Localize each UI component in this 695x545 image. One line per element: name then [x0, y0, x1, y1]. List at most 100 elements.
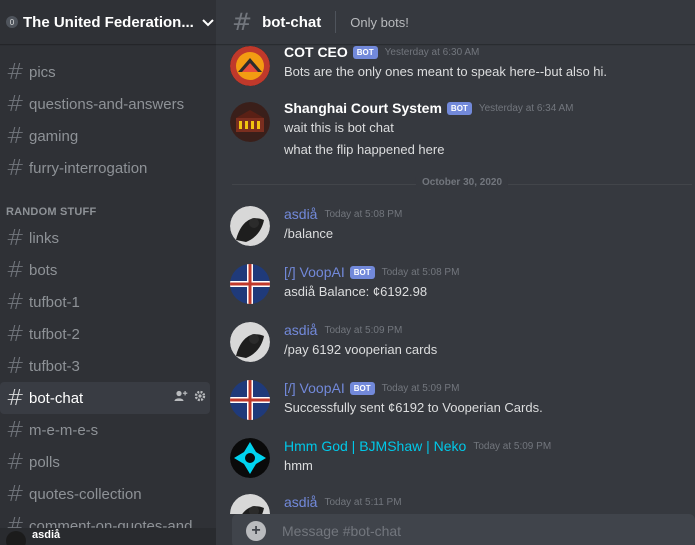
channel-label: furry-interrogation — [29, 159, 148, 177]
message-header: asdiå Today at 5:09 PM — [284, 322, 402, 338]
author-name[interactable]: Shanghai Court System — [284, 100, 442, 116]
message-text: wait this is bot chat — [284, 120, 394, 135]
avatar[interactable] — [230, 206, 270, 246]
author-name[interactable]: asdiå — [284, 322, 317, 338]
message-list: COT CEO BOT Yesterday at 6:30 AM Bots ar… — [216, 44, 695, 514]
avatar[interactable] — [230, 494, 270, 514]
timestamp: Today at 5:11 PM — [324, 496, 402, 508]
channel-item-polls[interactable]: # polls — [0, 446, 216, 478]
hash-icon: # — [6, 449, 25, 475]
hash-icon: # — [6, 257, 25, 283]
date-label: October 30, 2020 — [415, 177, 509, 188]
gear-icon[interactable] — [194, 390, 206, 405]
author-name[interactable]: asdiå — [284, 206, 317, 222]
message-composer: + — [232, 514, 695, 545]
timestamp: Today at 5:08 PM — [324, 208, 403, 220]
channel-actions — [174, 390, 206, 405]
avatar[interactable] — [230, 438, 270, 478]
timestamp: Yesterday at 6:30 AM — [384, 46, 480, 58]
message-text: what the flip happened here — [284, 142, 445, 157]
channel-item-m-e-m-e-s[interactable]: # m-e-m-e-s — [0, 414, 216, 446]
hash-icon: # — [232, 8, 253, 36]
channel-label: tufbot-3 — [29, 357, 80, 375]
channel-item-tufbot-1[interactable]: # tufbot-1 — [0, 286, 216, 318]
hash-icon: # — [6, 417, 25, 443]
bot-badge: BOT — [349, 381, 375, 395]
add-attachment-icon[interactable]: + — [246, 521, 266, 541]
timestamp: Today at 5:09 PM — [324, 324, 403, 336]
author-name[interactable]: Hmm God | BJMShaw | Neko — [284, 438, 466, 454]
category-random-stuff[interactable]: RANDOM STUFF — [6, 206, 96, 218]
channel-label: bots — [29, 261, 58, 279]
bot-badge: BOT — [349, 265, 375, 279]
channel-label: gaming — [29, 127, 79, 145]
channel-label: tufbot-1 — [29, 293, 80, 311]
chat-header: # bot-chat Only bots! — [216, 0, 695, 44]
channel-label: polls — [29, 453, 60, 471]
channel-item-questions-and-answers[interactable]: # questions-and-answers — [0, 88, 216, 120]
hash-icon: # — [6, 289, 25, 315]
message-text: Bots are the only ones meant to speak he… — [284, 64, 608, 79]
avatar[interactable] — [230, 264, 270, 304]
author-name[interactable]: COT CEO — [284, 44, 348, 60]
channel-label: tufbot-2 — [29, 325, 80, 343]
message-header: asdiå Today at 5:08 PM — [284, 206, 402, 222]
hash-icon: # — [6, 321, 25, 347]
user-panel: asdiå — [0, 528, 216, 545]
chat-area: # bot-chat Only bots! COT CEO BOT Yester… — [216, 0, 695, 545]
channel-item-pics[interactable]: # pics — [0, 56, 216, 88]
date-divider: October 30, 2020 — [232, 177, 692, 188]
channel-label: links — [29, 229, 60, 247]
hash-icon: # — [6, 225, 25, 251]
message-header: [/] VoopAI BOT Today at 5:08 PM — [284, 264, 459, 280]
channel-label: quotes-collection — [29, 485, 142, 503]
server-name: The United Federation... — [23, 13, 194, 31]
channel-label: m-e-m-e-s — [29, 421, 99, 439]
channel-label: pics — [29, 63, 56, 81]
server-badge: 0 — [6, 16, 18, 28]
author-name[interactable]: [/] VoopAI — [284, 380, 345, 396]
avatar[interactable] — [230, 380, 270, 420]
bot-badge: BOT — [352, 45, 378, 59]
channel-item-bot-chat[interactable]: # bot-chat — [0, 382, 210, 414]
hash-icon: # — [6, 353, 25, 379]
avatar[interactable] — [6, 530, 26, 545]
message-text: asdiå Balance: ¢6192.98 — [284, 284, 428, 299]
hash-icon: # — [6, 481, 25, 507]
channel-sidebar: # creations # pics # questions-and-answe… — [0, 0, 216, 545]
hash-icon: # — [6, 385, 25, 411]
author-name[interactable]: asdiå — [284, 494, 317, 510]
message-header: [/] VoopAI BOT Today at 5:09 PM — [284, 380, 459, 396]
bot-badge: BOT — [446, 101, 472, 115]
channel-item-furry-interrogation[interactable]: # furry-interrogation — [0, 152, 216, 184]
channel-title: bot-chat — [262, 13, 322, 31]
author-name[interactable]: [/] VoopAI — [284, 264, 345, 280]
hash-icon: # — [6, 59, 25, 85]
channel-label: bot-chat — [29, 389, 84, 407]
chevron-down-icon[interactable] — [202, 14, 214, 30]
message-header: Hmm God | BJMShaw | Neko Today at 5:09 P… — [284, 438, 551, 454]
channel-item-tufbot-3[interactable]: # tufbot-3 — [0, 350, 216, 382]
message-text: hmm — [284, 458, 313, 473]
channel-item-tufbot-2[interactable]: # tufbot-2 — [0, 318, 216, 350]
timestamp: Yesterday at 6:34 AM — [478, 102, 574, 114]
channel-item-gaming[interactable]: # gaming — [0, 120, 216, 152]
hash-icon: # — [6, 155, 25, 181]
invite-member-icon[interactable] — [174, 390, 188, 405]
channel-item-bots[interactable]: # bots — [0, 254, 216, 286]
channel-topic: Only bots! — [350, 14, 409, 30]
avatar[interactable] — [230, 322, 270, 362]
channel-item-quotes-collection[interactable]: # quotes-collection — [0, 478, 216, 510]
avatar[interactable] — [230, 102, 270, 142]
channel-label: questions-and-answers — [29, 95, 185, 113]
avatar[interactable] — [230, 46, 270, 86]
server-header[interactable]: 0 The United Federation... — [0, 0, 216, 44]
channel-item-links[interactable]: # links — [0, 222, 216, 254]
timestamp: Today at 5:08 PM — [381, 266, 460, 278]
user-name: asdiå — [32, 528, 61, 541]
message-header: COT CEO BOT Yesterday at 6:30 AM — [284, 44, 479, 60]
timestamp: Today at 5:09 PM — [473, 440, 552, 452]
hash-icon: # — [6, 123, 25, 149]
message-input[interactable] — [282, 523, 662, 539]
message-text: /balance — [284, 226, 334, 241]
